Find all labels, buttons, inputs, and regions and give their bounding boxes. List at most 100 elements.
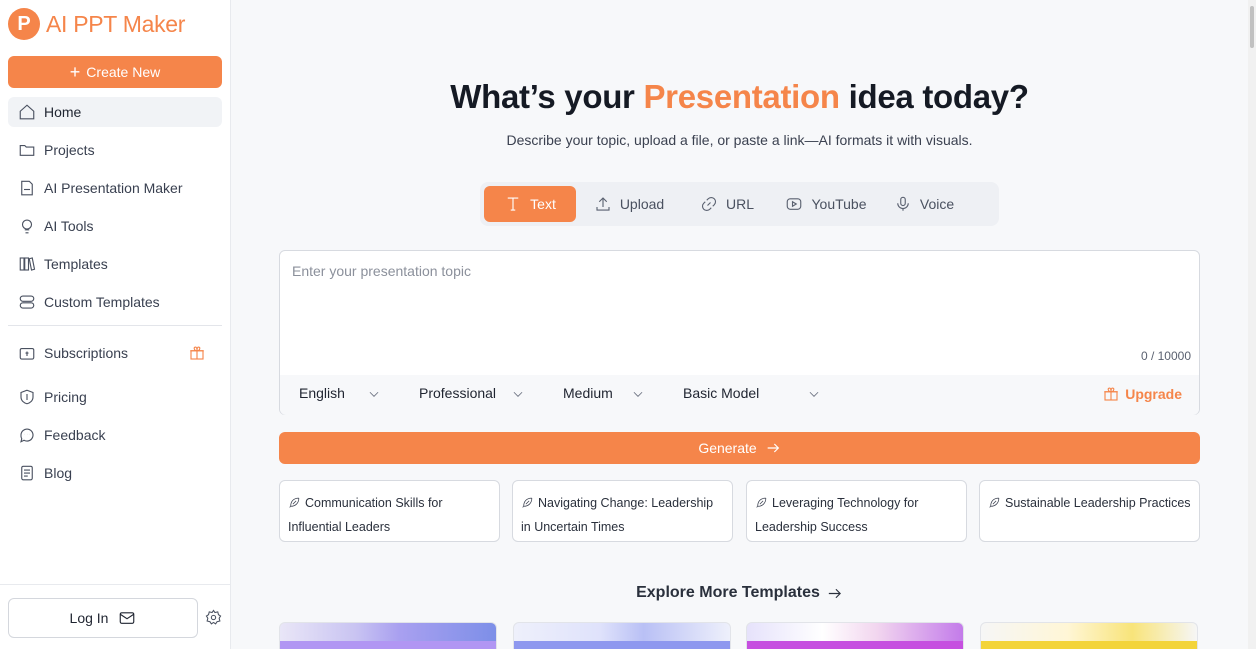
length-value: Medium bbox=[563, 385, 613, 401]
folder-icon bbox=[19, 144, 35, 156]
sidebar-footer: Log In bbox=[0, 584, 231, 649]
tab-upload[interactable]: Upload bbox=[576, 186, 682, 222]
template-gallery bbox=[279, 622, 1200, 649]
logo[interactable]: P AI PPT Maker bbox=[8, 8, 185, 40]
page-subtitle: Describe your topic, upload a file, or p… bbox=[506, 132, 973, 148]
scrollbar-thumb[interactable] bbox=[1250, 6, 1254, 48]
ppt-icon bbox=[21, 180, 33, 196]
suggestion-card[interactable]: Leveraging Technology for Leadership Suc… bbox=[746, 480, 967, 542]
character-counter: 0 / 10000 bbox=[1140, 349, 1191, 363]
suggestion-text: Sustainable Leadership Practices bbox=[1005, 496, 1191, 510]
feather-icon bbox=[989, 497, 1000, 508]
sidebar-item-custom-templates[interactable]: Custom Templates bbox=[8, 287, 222, 317]
sidebar-item-subscriptions[interactable]: Subscriptions bbox=[8, 338, 222, 368]
create-new-button[interactable]: + Create New bbox=[8, 56, 222, 88]
youtube-icon bbox=[787, 198, 802, 210]
thumbnail-preview bbox=[514, 641, 730, 649]
length-select[interactable]: Medium bbox=[563, 385, 653, 401]
thumbnail-preview bbox=[280, 641, 496, 649]
suggestion-text: Leveraging Technology for Leadership Suc… bbox=[755, 496, 919, 534]
explore-label: Explore More Templates bbox=[636, 584, 820, 601]
gift-icon[interactable] bbox=[188, 344, 206, 365]
feather-icon bbox=[289, 497, 300, 508]
headline-pre: What’s your bbox=[450, 78, 644, 115]
sidebar-divider bbox=[8, 325, 222, 326]
upgrade-button[interactable]: Upgrade bbox=[1102, 385, 1182, 403]
tab-label: Text bbox=[530, 196, 556, 212]
gear-icon[interactable] bbox=[205, 609, 222, 626]
explore-templates-link[interactable]: Explore More Templates bbox=[231, 584, 1248, 602]
topic-editor: 0 / 10000 English Professional Medium Ba… bbox=[279, 250, 1200, 415]
sidebar-item-blog[interactable]: Blog bbox=[8, 458, 222, 488]
dollar-shield-icon bbox=[20, 389, 34, 405]
headline-accent: Presentation bbox=[643, 78, 840, 115]
template-thumbnail[interactable] bbox=[746, 622, 964, 649]
page-title: What’s your Presentation idea today? bbox=[231, 78, 1248, 116]
generate-button[interactable]: Generate bbox=[279, 432, 1200, 464]
sidebar-item-label: Blog bbox=[44, 465, 73, 481]
login-label: Log In bbox=[69, 610, 109, 626]
sidebar-item-ai-presentation-maker[interactable]: AI Presentation Maker bbox=[8, 173, 222, 203]
microphone-icon bbox=[897, 196, 909, 211]
document-icon bbox=[21, 465, 33, 481]
sidebar-item-label: Feedback bbox=[44, 427, 106, 443]
tab-voice[interactable]: Voice bbox=[880, 186, 968, 222]
generate-label: Generate bbox=[698, 440, 757, 456]
plus-icon: + bbox=[69, 62, 81, 82]
wallet-icon bbox=[19, 347, 35, 360]
model-select[interactable]: Basic Model bbox=[683, 385, 823, 401]
tab-text[interactable]: Text bbox=[484, 186, 576, 222]
sidebar-item-label: AI Presentation Maker bbox=[44, 180, 183, 196]
sidebar-item-label: Subscriptions bbox=[44, 345, 129, 361]
input-mode-tabs: Text Upload URL YouTube Voice bbox=[480, 182, 999, 226]
chevron-down-icon bbox=[809, 391, 819, 397]
tone-value: Professional bbox=[419, 385, 497, 401]
thumbnail-preview bbox=[981, 641, 1197, 649]
text-icon bbox=[507, 197, 519, 211]
thumbnail-preview bbox=[747, 641, 963, 649]
gift-icon bbox=[1104, 387, 1118, 401]
login-button[interactable]: Log In bbox=[8, 598, 198, 638]
sidebar-item-home[interactable]: Home bbox=[8, 97, 222, 127]
suggestion-card[interactable]: Navigating Change: Leadership in Uncerta… bbox=[512, 480, 733, 542]
sidebar-item-label: Projects bbox=[44, 142, 95, 158]
app-name: AI PPT Maker bbox=[46, 10, 186, 37]
topic-input[interactable] bbox=[292, 263, 1182, 353]
language-select[interactable]: English bbox=[299, 385, 389, 401]
sidebar-item-templates[interactable]: Templates bbox=[8, 249, 222, 279]
arrow-right-icon bbox=[828, 588, 841, 598]
chevron-down-icon bbox=[369, 391, 379, 397]
sidebar-item-pricing[interactable]: Pricing bbox=[8, 382, 222, 412]
tab-url[interactable]: URL bbox=[682, 186, 772, 222]
sidebar-item-ai-tools[interactable]: AI Tools bbox=[8, 211, 222, 241]
template-thumbnail[interactable] bbox=[513, 622, 731, 649]
tab-label: URL bbox=[725, 196, 754, 212]
template-thumbnail[interactable] bbox=[279, 622, 497, 649]
chevron-down-icon bbox=[513, 391, 523, 397]
language-value: English bbox=[299, 385, 345, 401]
link-icon bbox=[701, 196, 717, 212]
upgrade-label: Upgrade bbox=[1125, 386, 1182, 402]
logo-mark: P bbox=[8, 8, 40, 40]
headline-post: idea today? bbox=[839, 78, 1029, 115]
mail-icon bbox=[120, 612, 135, 624]
template-thumbnail[interactable] bbox=[980, 622, 1198, 649]
books-icon bbox=[19, 257, 36, 271]
suggestion-card[interactable]: Communication Skills for Influential Lea… bbox=[279, 480, 500, 542]
tab-label: Voice bbox=[919, 196, 955, 212]
create-new-label: Create New bbox=[86, 64, 161, 80]
feather-icon bbox=[756, 497, 767, 508]
tab-youtube[interactable]: YouTube bbox=[772, 186, 880, 222]
suggestion-card[interactable]: Sustainable Leadership Practices bbox=[979, 480, 1200, 542]
tone-select[interactable]: Professional bbox=[419, 385, 529, 401]
suggestion-text: Communication Skills for Influential Lea… bbox=[288, 496, 443, 534]
sidebar-item-feedback[interactable]: Feedback bbox=[8, 420, 222, 450]
sidebar-item-projects[interactable]: Projects bbox=[8, 135, 222, 165]
scrollbar[interactable] bbox=[1248, 0, 1256, 649]
bulb-icon bbox=[21, 219, 33, 234]
chevron-down-icon bbox=[633, 391, 643, 397]
home-icon bbox=[19, 104, 35, 120]
sidebar-item-label: Templates bbox=[44, 256, 108, 272]
sidebar-item-label: Pricing bbox=[44, 389, 87, 405]
tab-label: Upload bbox=[619, 196, 665, 212]
